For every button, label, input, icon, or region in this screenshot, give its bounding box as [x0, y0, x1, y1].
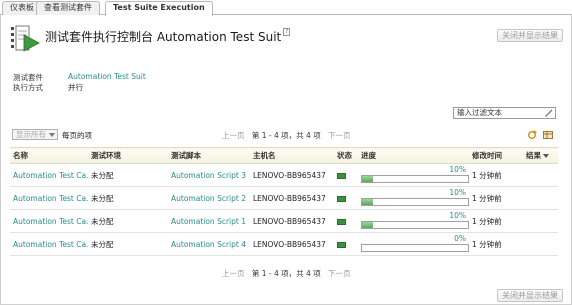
testcase-name-link[interactable]: Automation Test Ca... [10, 232, 88, 256]
tab-view-test-suite[interactable]: 查看测试套件 [36, 1, 100, 15]
progress-fill [362, 176, 373, 182]
environment-cell: 未分配 [88, 232, 168, 256]
pager-bottom: 上一页 第 1 - 4 项，共 4 项 下一页 [222, 268, 351, 279]
status-running-icon [337, 241, 346, 248]
prev-page-link[interactable]: 上一页 [222, 269, 245, 278]
edit-pencil-icon [545, 109, 553, 117]
modified-cell: 1 分钟前 [469, 186, 523, 210]
prev-page-link[interactable]: 上一页 [222, 131, 245, 140]
status-running-icon [337, 172, 346, 179]
column-header-script[interactable]: 测试脚本 [168, 147, 250, 164]
table-settings-icon[interactable] [543, 130, 553, 140]
column-header-name[interactable]: 名称 [10, 147, 88, 164]
column-header-modified[interactable]: 修改时间 [469, 147, 523, 164]
page-range: 第 1 - 4 项，共 4 项 [251, 131, 321, 140]
progress-cell: 0% [358, 232, 469, 256]
result-cell [523, 163, 558, 187]
items-per-page-select[interactable]: 显示所有 [12, 129, 58, 140]
modified-cell: 1 分钟前 [469, 209, 523, 233]
status-cell [334, 186, 358, 210]
testcase-name-link[interactable]: Automation Test Ca... [10, 163, 88, 187]
test-suite-execution-icon [11, 25, 40, 52]
table-row: Automation Test Ca... 未分配 Automation Scr… [10, 163, 558, 187]
progress-percent: 0% [454, 234, 466, 243]
progress-percent: 10% [449, 165, 466, 174]
result-cell [523, 232, 558, 256]
table-row: Automation Test Ca... 未分配 Automation Scr… [10, 186, 558, 210]
progress-bar [361, 175, 469, 183]
column-header-host[interactable]: 主机名 [250, 147, 334, 164]
progress-fill [362, 199, 373, 205]
progress-bar [361, 198, 469, 206]
environment-cell: 未分配 [88, 163, 168, 187]
host-cell: LENOVO-BB965437 [250, 186, 334, 210]
tab-bar: 仪表板 查看测试套件 Test Suite Execution [0, 0, 572, 16]
help-icon[interactable]: ? [283, 28, 291, 36]
testcase-name-link[interactable]: Automation Test Ca... [10, 209, 88, 233]
progress-bar [361, 221, 469, 229]
progress-cell: 10% [358, 163, 469, 187]
script-link[interactable]: Automation Script 2 [168, 186, 250, 210]
column-header-progress[interactable]: 进度 [358, 147, 469, 164]
testcase-name-link[interactable]: Automation Test Ca... [10, 186, 88, 210]
next-page-link[interactable]: 下一页 [328, 131, 351, 140]
progress-fill [362, 222, 373, 228]
result-cell [523, 209, 558, 233]
script-link[interactable]: Automation Script 3 [168, 163, 250, 187]
next-page-link[interactable]: 下一页 [328, 269, 351, 278]
column-header-status[interactable]: 状态 [334, 147, 358, 164]
progress-percent: 10% [449, 211, 466, 220]
page-title: 测试套件执行控制台 Automation Test Suit? [45, 28, 291, 44]
script-link[interactable]: Automation Script 1 [168, 209, 250, 233]
progress-percent: 10% [449, 188, 466, 197]
table-row: Automation Test Ca... 未分配 Automation Scr… [10, 209, 558, 233]
table-header-row: 名称 测试环境 测试脚本 主机名 状态 进度 修改时间 结果 [10, 147, 558, 164]
progress-cell: 10% [358, 209, 469, 233]
progress-cell: 10% [358, 186, 469, 210]
pager-top: 上一页 第 1 - 4 项，共 4 项 下一页 [222, 130, 351, 141]
status-running-icon [337, 195, 346, 202]
close-show-results-button-bottom[interactable]: 关闭并显示结果 [497, 289, 563, 302]
close-show-results-button[interactable]: 关闭并显示结果 [497, 29, 563, 42]
status-cell [334, 163, 358, 187]
modified-cell: 1 分钟前 [469, 232, 523, 256]
status-cell [334, 209, 358, 233]
host-cell: LENOVO-BB965437 [250, 232, 334, 256]
environment-cell: 未分配 [88, 209, 168, 233]
mode-value: 并行 [68, 83, 83, 92]
mode-label: 执行方式 [13, 83, 43, 92]
modified-cell: 1 分钟前 [469, 163, 523, 187]
host-cell: LENOVO-BB965437 [250, 163, 334, 187]
table-row: Automation Test Ca... 未分配 Automation Scr… [10, 232, 558, 256]
environment-cell: 未分配 [88, 186, 168, 210]
column-header-environment[interactable]: 测试环境 [88, 147, 168, 164]
host-cell: LENOVO-BB965437 [250, 209, 334, 233]
progress-bar [361, 244, 469, 252]
refresh-icon[interactable] [527, 130, 537, 140]
tab-test-suite-execution[interactable]: Test Suite Execution [105, 1, 213, 16]
status-running-icon [337, 218, 346, 225]
filter-input[interactable]: 输入过滤文本 [453, 107, 556, 119]
result-cell [523, 186, 558, 210]
sort-desc-icon [543, 154, 549, 158]
suite-link[interactable]: Automation Test Suit [68, 72, 146, 81]
chevron-down-icon [49, 133, 55, 137]
page-range: 第 1 - 4 项，共 4 项 [251, 269, 321, 278]
execution-table: 名称 测试环境 测试脚本 主机名 状态 进度 修改时间 结果 Automatio… [10, 147, 558, 256]
status-cell [334, 232, 358, 256]
script-link[interactable]: Automation Script 4 [168, 232, 250, 256]
column-header-result[interactable]: 结果 [523, 147, 558, 164]
items-per-page-label: 每页的项 [62, 131, 92, 140]
